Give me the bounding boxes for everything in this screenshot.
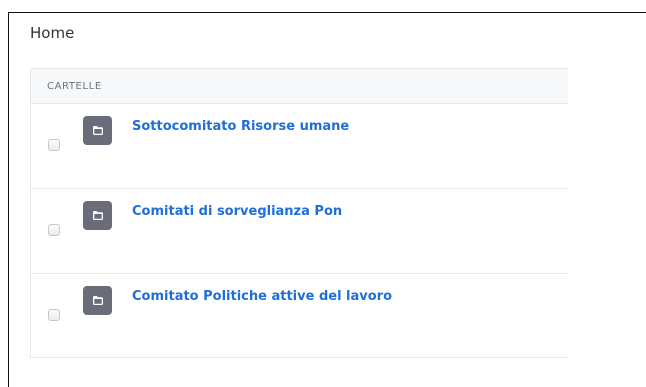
folder-icon (83, 201, 112, 230)
breadcrumb-home[interactable]: Home (30, 24, 74, 42)
folder-title-link[interactable]: Sottocomitato Risorse umane (132, 119, 349, 134)
folder-title-link[interactable]: Comitati di sorveglianza Pon (132, 204, 342, 219)
panel-header: CARTELLE (31, 69, 568, 104)
list-item: Sottocomitato Risorse umane (31, 104, 568, 189)
select-checkbox[interactable] (48, 224, 60, 236)
divider-line (568, 12, 646, 13)
list-item: Comitati di sorveglianza Pon (31, 189, 568, 274)
folder-icon (83, 286, 112, 315)
folders-panel: CARTELLE Sottocomitato Risorse umane Com… (30, 68, 568, 358)
list-item: Comitato Politiche attive del lavoro (31, 274, 568, 359)
folder-title-link[interactable]: Comitato Politiche attive del lavoro (132, 289, 392, 304)
select-checkbox[interactable] (48, 139, 60, 151)
folder-icon (83, 116, 112, 145)
select-checkbox[interactable] (48, 309, 60, 321)
